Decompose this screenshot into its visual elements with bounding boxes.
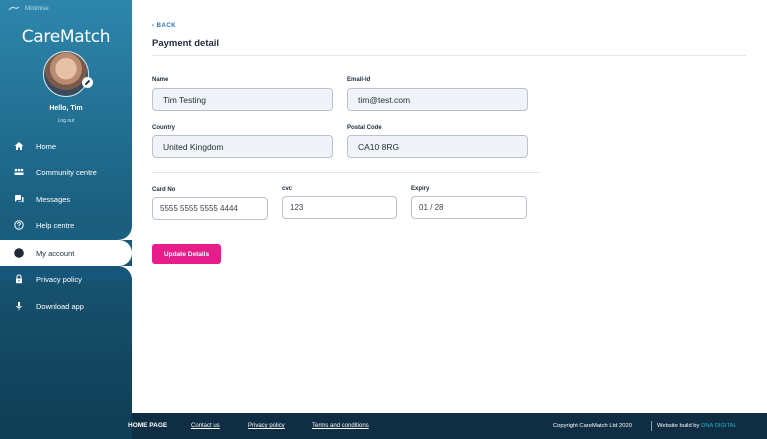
footer-terms-link[interactable]: Terms and conditions bbox=[312, 423, 369, 429]
help-icon bbox=[14, 220, 24, 230]
microphone-icon bbox=[16, 302, 22, 311]
sidebar-item-privacy[interactable]: Privacy policy bbox=[0, 266, 132, 292]
footer-copyright: Copyright CareMatch Ltd 2020 bbox=[553, 423, 632, 429]
community-icon bbox=[14, 168, 24, 175]
back-link[interactable]: ‹ BACK bbox=[152, 23, 176, 29]
sidebar-item-my-account[interactable]: My account bbox=[0, 240, 132, 266]
logout-link[interactable]: Log out bbox=[0, 118, 132, 124]
update-details-button[interactable]: Update Details bbox=[152, 244, 221, 264]
title-divider bbox=[152, 55, 746, 56]
card-number-field[interactable]: 5555 5555 5555 4444 bbox=[152, 197, 268, 220]
card-number-label: Card No bbox=[152, 187, 176, 193]
country-field[interactable]: United Kingdom bbox=[152, 135, 333, 158]
postal-code-label: Postal Code bbox=[347, 125, 382, 131]
account-icon bbox=[14, 248, 24, 258]
sidebar-item-download-app[interactable]: Download app bbox=[0, 293, 132, 319]
footer-build-credit: Website build by DNA DIGITAL bbox=[657, 423, 737, 429]
email-field[interactable]: tim@test.com bbox=[347, 88, 528, 111]
cvc-label: cvc bbox=[282, 186, 293, 192]
footer-contact-link[interactable]: Contact us bbox=[191, 423, 220, 429]
carematch-logo[interactable]: CareMatch bbox=[0, 27, 132, 47]
expiry-field[interactable]: 01 / 28 bbox=[411, 196, 527, 219]
section-divider bbox=[152, 172, 540, 173]
sidebar-item-label: Messages bbox=[36, 194, 71, 204]
lock-icon bbox=[16, 274, 22, 284]
minimise-button[interactable]: Minimise bbox=[8, 5, 49, 12]
sidebar-item-label: Download app bbox=[36, 301, 84, 311]
sidebar: Minimise CareMatch Hello, Tim Log out Ho… bbox=[0, 0, 132, 439]
footer: HOME PAGE Contact us Privacy policy Term… bbox=[128, 413, 767, 439]
sidebar-item-label: Home bbox=[36, 141, 57, 151]
avatar-container bbox=[43, 51, 93, 97]
edit-avatar-button[interactable] bbox=[82, 77, 93, 88]
country-label: Country bbox=[152, 125, 175, 131]
footer-home-link[interactable]: HOME PAGE bbox=[128, 422, 167, 429]
email-label: Email-Id bbox=[347, 77, 371, 83]
build-prefix: Website build by bbox=[657, 423, 700, 429]
expiry-label: Expiry bbox=[411, 186, 430, 192]
postal-code-field[interactable]: CA10 8RG bbox=[347, 135, 528, 158]
greeting: Hello, Tim bbox=[49, 105, 83, 112]
pencil-icon bbox=[84, 79, 91, 86]
footer-separator bbox=[651, 421, 652, 431]
sidebar-item-messages[interactable]: Messages bbox=[0, 186, 132, 212]
footer-privacy-link[interactable]: Privacy policy bbox=[248, 423, 285, 429]
avatar[interactable] bbox=[43, 51, 89, 97]
name-label: Name bbox=[152, 77, 169, 83]
page-title: Payment detail bbox=[152, 38, 220, 49]
cvc-field[interactable]: 123 bbox=[282, 196, 397, 219]
home-icon bbox=[14, 142, 24, 150]
sidebar-item-label: Help centre bbox=[36, 220, 75, 230]
messages-icon bbox=[15, 195, 24, 203]
sidebar-item-home[interactable]: Home bbox=[0, 133, 132, 159]
back-label: BACK bbox=[156, 23, 177, 29]
sidebar-item-label: Community centre bbox=[36, 167, 97, 177]
sidebar-item-label: My account bbox=[36, 248, 75, 258]
name-field[interactable]: Tim Testing bbox=[152, 88, 333, 111]
minimise-label: Minimise bbox=[25, 5, 49, 12]
sidebar-item-label: Privacy policy bbox=[36, 274, 82, 284]
minimise-icon bbox=[8, 6, 20, 11]
dna-digital-link[interactable]: DNA DIGITAL bbox=[701, 423, 737, 429]
sidebar-item-community[interactable]: Community centre bbox=[0, 159, 132, 185]
sidebar-item-help[interactable]: Help centre bbox=[0, 212, 132, 238]
